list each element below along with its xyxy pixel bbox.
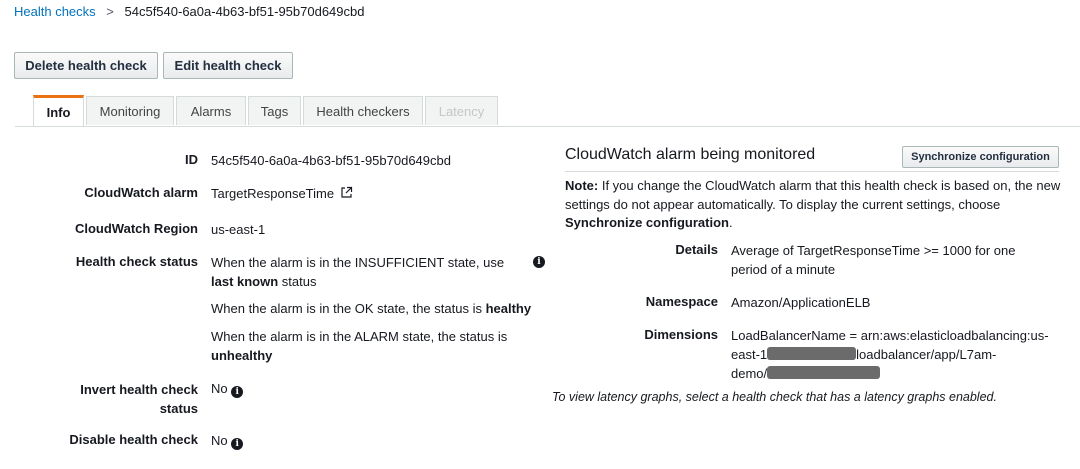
dimensions-line2-post: loadbalancer/app/L7am- <box>856 347 997 362</box>
note-text: If you change the CloudWatch alarm that … <box>565 178 1061 212</box>
breadcrumb: Health checks > 54c5f540-6a0a-4b63-bf51-… <box>14 4 364 19</box>
note-bold: Note: <box>565 178 599 193</box>
disable-health-check-value: No i <box>211 431 244 450</box>
status-insufficient-pre: When the alarm is in the INSUFFICIENT st… <box>211 255 505 270</box>
health-check-status-label: Health check status <box>75 254 198 269</box>
status-ok-text: When the alarm is in the OK state, the s… <box>211 299 531 318</box>
dimensions-line2-pre: east-1 <box>731 347 768 362</box>
namespace-label: Namespace <box>645 294 718 309</box>
redaction-block <box>767 347 857 360</box>
details-label: Details <box>675 242 718 257</box>
latency-note: To view latency graphs, select a health … <box>552 390 997 404</box>
note-sync-bold: Synchronize configuration <box>565 215 729 230</box>
tab-bar: Info Monitoring Alarms Tags Health check… <box>15 95 1080 127</box>
info-icon[interactable]: i <box>231 386 244 398</box>
note-end: . <box>728 215 733 230</box>
namespace-value: Amazon/ApplicationELB <box>731 295 871 310</box>
details-value: Average of TargetResponseTime >= 1000 fo… <box>731 243 1016 277</box>
breadcrumb-separator: > <box>106 4 114 19</box>
cloudwatch-region-label: CloudWatch Region <box>74 221 198 236</box>
disable-health-check-label: Disable health check <box>69 432 198 447</box>
invert-label-line1: Invert health check <box>80 382 198 397</box>
invert-label-line2: status <box>159 401 198 416</box>
redaction-block <box>767 366 881 379</box>
info-icon[interactable]: i <box>533 256 545 268</box>
id-value: 54c5f540-6a0a-4b63-bf51-95b70d649cbd <box>211 153 451 168</box>
status-insufficient-bold: last known <box>211 274 279 289</box>
monitor-note: Note: If you change the CloudWatch alarm… <box>565 177 1065 233</box>
id-label: ID <box>185 152 198 167</box>
dimensions-label: Dimensions <box>644 327 718 342</box>
panel-divider <box>565 171 1059 172</box>
dimensions-line2: east-1 loadbalancer/app/L7am- <box>731 345 1061 364</box>
invert-health-check-label: Invert health check status <box>80 380 198 418</box>
tab-latency: Latency <box>425 96 498 125</box>
status-alarm-bold: unhealthy <box>211 348 273 363</box>
synchronize-configuration-button[interactable]: Synchronize configuration <box>902 146 1059 168</box>
delete-health-check-button[interactable]: Delete health check <box>14 52 158 79</box>
status-insufficient-post: status <box>278 274 317 289</box>
status-alarm-pre: When the alarm is in the ALARM state, th… <box>211 329 508 344</box>
tab-health-checkers[interactable]: Health checkers <box>303 96 423 125</box>
monitor-panel-title: CloudWatch alarm being monitored <box>565 146 816 163</box>
edit-health-check-button[interactable]: Edit health check <box>163 52 293 79</box>
dimensions-line3: demo/ <box>731 364 1061 383</box>
breadcrumb-current: 54c5f540-6a0a-4b63-bf51-95b70d649cbd <box>124 4 365 19</box>
cloudwatch-alarm-label: CloudWatch alarm <box>84 185 198 200</box>
external-link-icon[interactable] <box>340 186 353 199</box>
info-icon[interactable]: i <box>231 438 244 450</box>
status-ok-pre: When the alarm is in the OK state, the s… <box>211 301 486 316</box>
status-alarm-text: When the alarm is in the ALARM state, th… <box>211 327 511 365</box>
dimensions-value: LoadBalancerName = arn:aws:elasticloadba… <box>731 326 1061 383</box>
invert-value-text: No <box>211 381 228 396</box>
cloudwatch-alarm-link[interactable]: TargetResponseTime <box>211 186 334 201</box>
tab-alarms[interactable]: Alarms <box>176 96 246 125</box>
disable-value-text: No <box>211 433 228 448</box>
tab-tags[interactable]: Tags <box>248 96 301 125</box>
tab-info[interactable]: Info <box>33 95 84 126</box>
breadcrumb-health-checks-link[interactable]: Health checks <box>14 4 96 19</box>
dimensions-line1: LoadBalancerName = arn:aws:elasticloadba… <box>731 328 1049 343</box>
status-insufficient-text: When the alarm is in the INSUFFICIENT st… <box>211 253 526 291</box>
status-ok-bold: healthy <box>485 301 532 316</box>
dimensions-line3-pre: demo/ <box>731 366 768 381</box>
invert-health-check-value: No i <box>211 379 244 398</box>
tab-monitoring[interactable]: Monitoring <box>86 96 174 125</box>
cloudwatch-region-value: us-east-1 <box>211 222 266 237</box>
cloudwatch-alarm-value: TargetResponseTime <box>211 184 353 203</box>
